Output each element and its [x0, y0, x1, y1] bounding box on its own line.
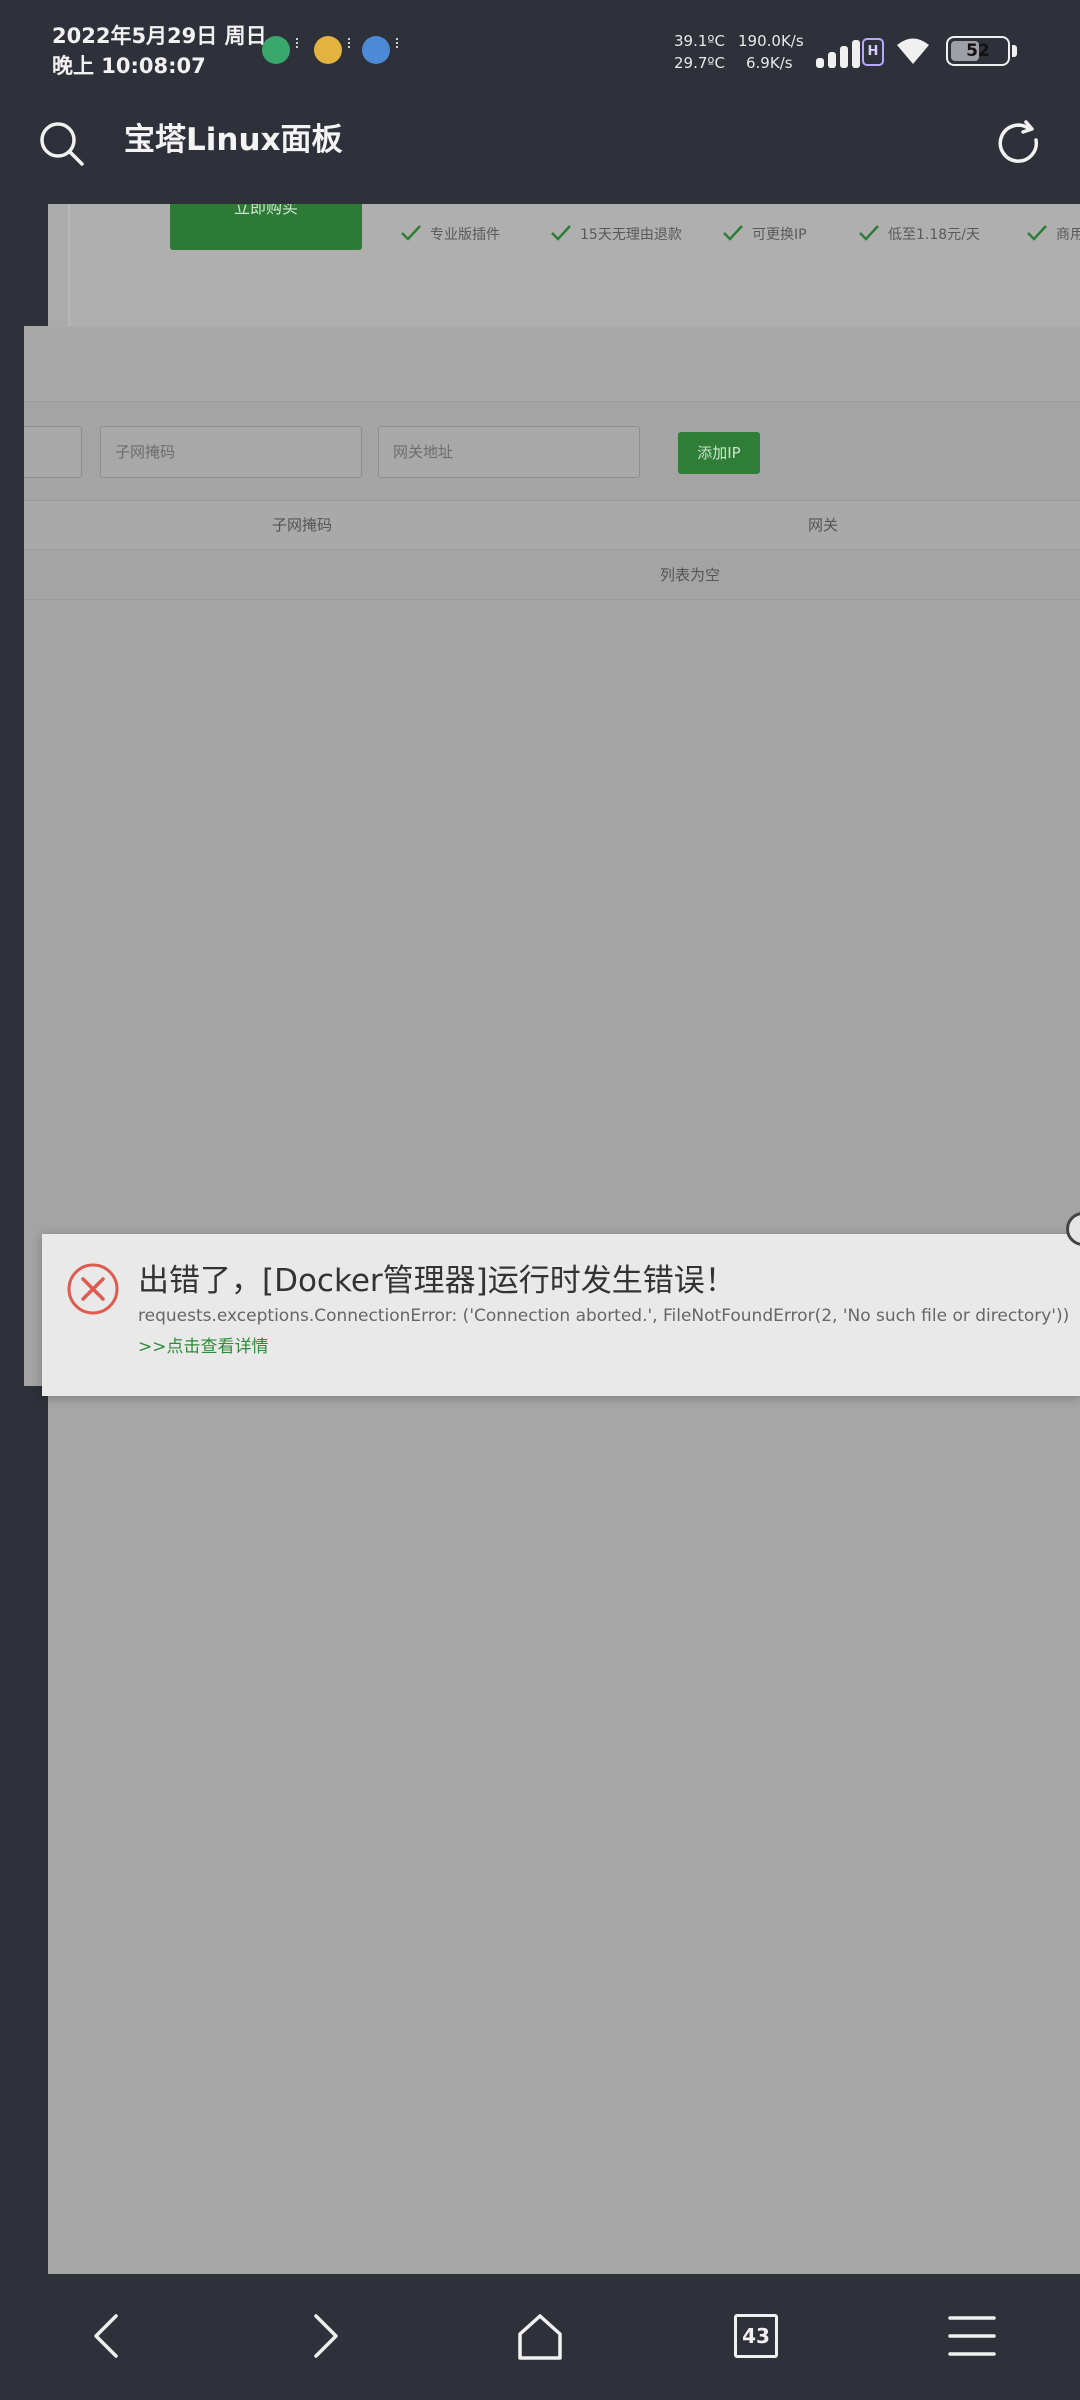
battery-icon: 52 [946, 36, 1010, 66]
column-gateway: 网关 [808, 516, 839, 534]
status-time: 晚上 10:08:07 [52, 54, 206, 78]
tabs-button[interactable]: 43 [696, 2274, 816, 2400]
feature-label: 商用防 [1056, 227, 1080, 243]
browser-toolbar: 宝塔Linux面板 [0, 96, 1080, 204]
home-icon [518, 2314, 562, 2360]
check-icon [723, 225, 743, 241]
check-icon [551, 225, 571, 241]
browser-bottom-nav: 43 [0, 2274, 1080, 2400]
buy-now-button[interactable]: 立即购买 [170, 204, 362, 250]
menu-button[interactable] [912, 2274, 1032, 2400]
gateway-placeholder: 网关地址 [393, 443, 454, 461]
check-icon [401, 225, 421, 241]
buy-now-label: 立即购买 [233, 204, 298, 217]
status-bar: 2022年5月29日 周日 晚上 10:08:07 39.1ºC 29.7ºC … [0, 0, 1080, 96]
error-icon [67, 1263, 119, 1315]
error-toast: 出错了，[Docker管理器]运行时发生错误！ requests.excepti… [42, 1234, 1080, 1396]
signal-icon [816, 38, 866, 68]
column-subnet-mask: 子网掩码 [272, 516, 333, 534]
view-details-link[interactable]: >>点击查看详情 [138, 1334, 269, 1360]
chevron-right-icon [314, 2314, 338, 2358]
table-row: 列表为空 [24, 550, 1080, 600]
promo-card: 立即购买 专业版插件 15天无理由退款 可更换IP 低至1.18元/天 商用防 [68, 204, 1080, 328]
feature-label: 专业版插件 [430, 227, 500, 243]
home-button[interactable] [480, 2274, 600, 2400]
battery-percent: 52 [966, 41, 990, 61]
chevron-left-icon [94, 2314, 118, 2358]
subnet-mask-field[interactable]: 子网掩码 [100, 426, 362, 478]
back-button[interactable] [48, 2274, 168, 2400]
battery-tip [1012, 45, 1017, 57]
net-speed-up: 190.0K/s [738, 32, 804, 50]
table-header: 子网掩码 网关 [24, 500, 1080, 550]
add-ip-button[interactable]: 添加IP [678, 432, 760, 474]
page-title: 宝塔Linux面板 [124, 122, 343, 158]
check-icon [859, 225, 879, 241]
net-speed-down: 6.9K/s [746, 54, 793, 72]
notification-app-icon [262, 36, 298, 64]
status-date: 2022年5月29日 周日 [52, 24, 267, 48]
empty-list-text: 列表为空 [660, 566, 721, 584]
tab-count: 43 [734, 2314, 778, 2358]
gateway-field[interactable]: 网关地址 [378, 426, 640, 478]
forward-button[interactable] [264, 2274, 384, 2400]
notification-app-icon [362, 36, 398, 64]
ip-config-panel: 子网掩码 网关地址 添加IP 子网掩码 网关 列表为空 [24, 326, 1080, 1386]
panel-header [24, 326, 1080, 402]
battery-temp: 29.7ºC [674, 54, 725, 72]
search-icon[interactable] [36, 118, 88, 170]
check-icon [1027, 225, 1047, 241]
feature-label: 15天无理由退款 [580, 227, 682, 243]
error-title: 出错了，[Docker管理器]运行时发生错误！ [138, 1263, 736, 1299]
refresh-icon[interactable] [992, 118, 1044, 170]
ip-address-field[interactable] [24, 426, 82, 478]
wifi-icon [897, 38, 929, 64]
menu-icon [948, 2316, 996, 2356]
promo-section: 立即购买 专业版插件 15天无理由退款 可更换IP 低至1.18元/天 商用防 [48, 204, 1080, 328]
content-edge [24, 1386, 48, 1592]
hd-icon: H [862, 38, 884, 66]
notification-app-icon [314, 36, 350, 64]
subnet-mask-placeholder: 子网掩码 [115, 443, 176, 461]
error-detail: requests.exceptions.ConnectionError: ('C… [138, 1306, 1070, 1326]
feature-label: 低至1.18元/天 [888, 227, 980, 243]
cpu-temp: 39.1ºC [674, 32, 725, 50]
feature-label: 可更换IP [752, 227, 807, 243]
add-ip-form: 子网掩码 网关地址 添加IP [24, 426, 1080, 490]
